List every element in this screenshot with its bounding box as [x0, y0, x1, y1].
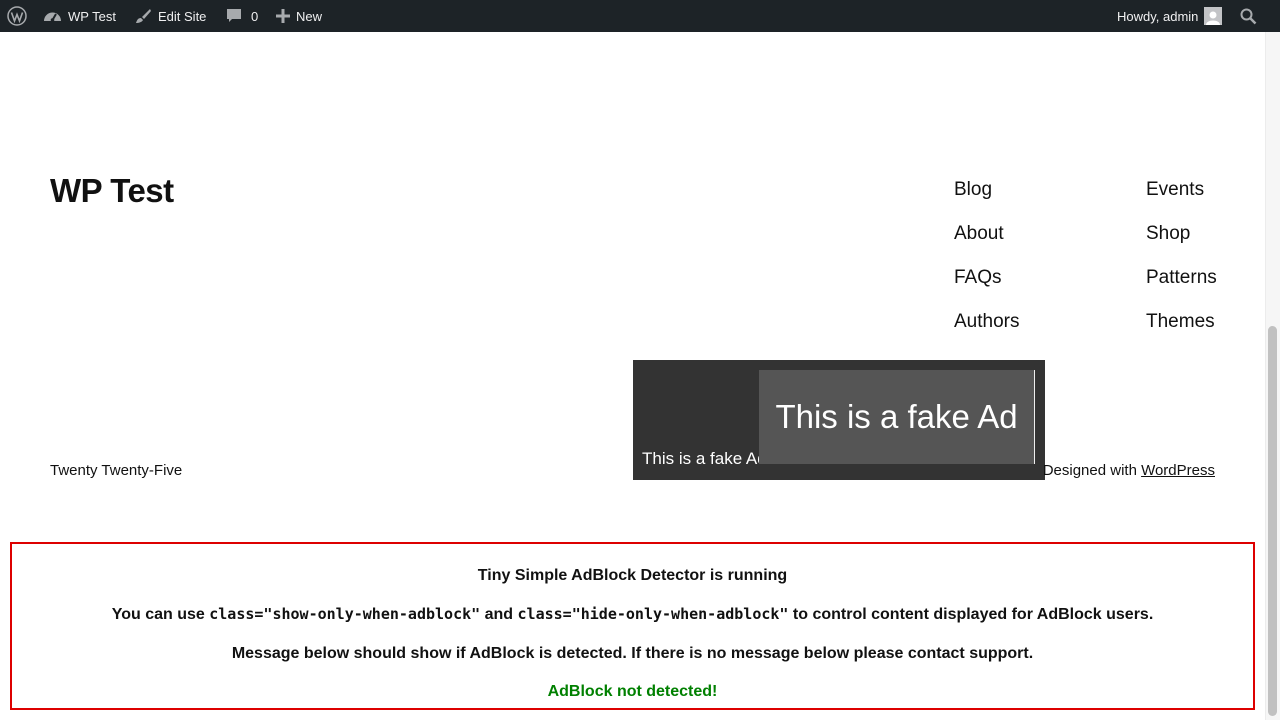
- class-show-code: class="show-only-when-adblock": [209, 605, 481, 623]
- my-account-menu[interactable]: Howdy, admin: [1117, 0, 1223, 32]
- nav-link-patterns[interactable]: Patterns: [1146, 267, 1217, 289]
- comments-button[interactable]: 0: [226, 0, 258, 32]
- nav-link-authors[interactable]: Authors: [954, 311, 1019, 333]
- footer-theme-name: Twenty Twenty-Five: [50, 462, 183, 479]
- edit-site-label: Edit Site: [158, 8, 207, 24]
- detector-usage-prefix: You can use: [111, 606, 210, 623]
- fake-ad-banner[interactable]: This is a fake Ad: [759, 370, 1035, 464]
- footer-wordpress-link[interactable]: WordPress: [1141, 462, 1215, 479]
- detector-usage: You can use class="show-only-when-adbloc…: [12, 605, 1253, 624]
- nav-link-faqs[interactable]: FAQs: [954, 267, 1002, 289]
- detector-usage-and: and: [480, 606, 518, 623]
- wordpress-menu[interactable]: [7, 0, 27, 32]
- nav-link-events[interactable]: Events: [1146, 179, 1204, 201]
- fake-ad-small-text: This is a fake Ad: [642, 449, 767, 468]
- adblock-detector-box: Tiny Simple AdBlock Detector is running …: [10, 542, 1255, 710]
- new-label: New: [296, 8, 323, 24]
- dashboard-icon: [43, 8, 62, 24]
- nav-link-about[interactable]: About: [954, 223, 1004, 245]
- avatar: [1204, 7, 1223, 25]
- nav-link-shop[interactable]: Shop: [1146, 223, 1190, 245]
- detector-usage-suffix: to control content displayed for AdBlock…: [788, 606, 1154, 623]
- comments-count: 0: [251, 8, 259, 24]
- howdy-label: Howdy, admin: [1117, 8, 1199, 24]
- scrollbar-thumb[interactable]: [1268, 326, 1277, 716]
- wordpress-logo-icon: [7, 6, 27, 26]
- search-icon: [1240, 8, 1257, 25]
- detector-heading: Tiny Simple AdBlock Detector is running: [477, 567, 788, 584]
- admin-bar: WP Test Edit Site 0 New Howdy, admin: [0, 0, 1280, 32]
- site-name-label: WP Test: [68, 8, 116, 24]
- site-name-menu[interactable]: WP Test: [43, 0, 116, 32]
- search-button[interactable]: [1240, 0, 1257, 32]
- footer-designed-with: Designed with: [1042, 462, 1142, 479]
- new-content-button[interactable]: New: [276, 0, 322, 32]
- detector-note: Message below should show if AdBlock is …: [231, 645, 1034, 662]
- site-title[interactable]: WP Test: [50, 172, 174, 210]
- fake-ad-banner-text: This is a fake Ad: [775, 398, 1018, 435]
- brush-icon: [134, 7, 152, 25]
- class-hide-code: class="hide-only-when-adblock": [517, 605, 789, 623]
- nav-link-themes[interactable]: Themes: [1146, 311, 1215, 333]
- fake-ad[interactable]: This is a fake Ad This is a fake Ad: [633, 360, 1045, 480]
- plus-icon: [276, 9, 290, 23]
- detector-status: AdBlock not detected!: [547, 683, 718, 700]
- nav-link-blog[interactable]: Blog: [954, 179, 992, 201]
- comment-icon: [226, 8, 242, 24]
- footer-credit: Designed with WordPress: [1043, 462, 1215, 479]
- edit-site-button[interactable]: Edit Site: [134, 0, 206, 32]
